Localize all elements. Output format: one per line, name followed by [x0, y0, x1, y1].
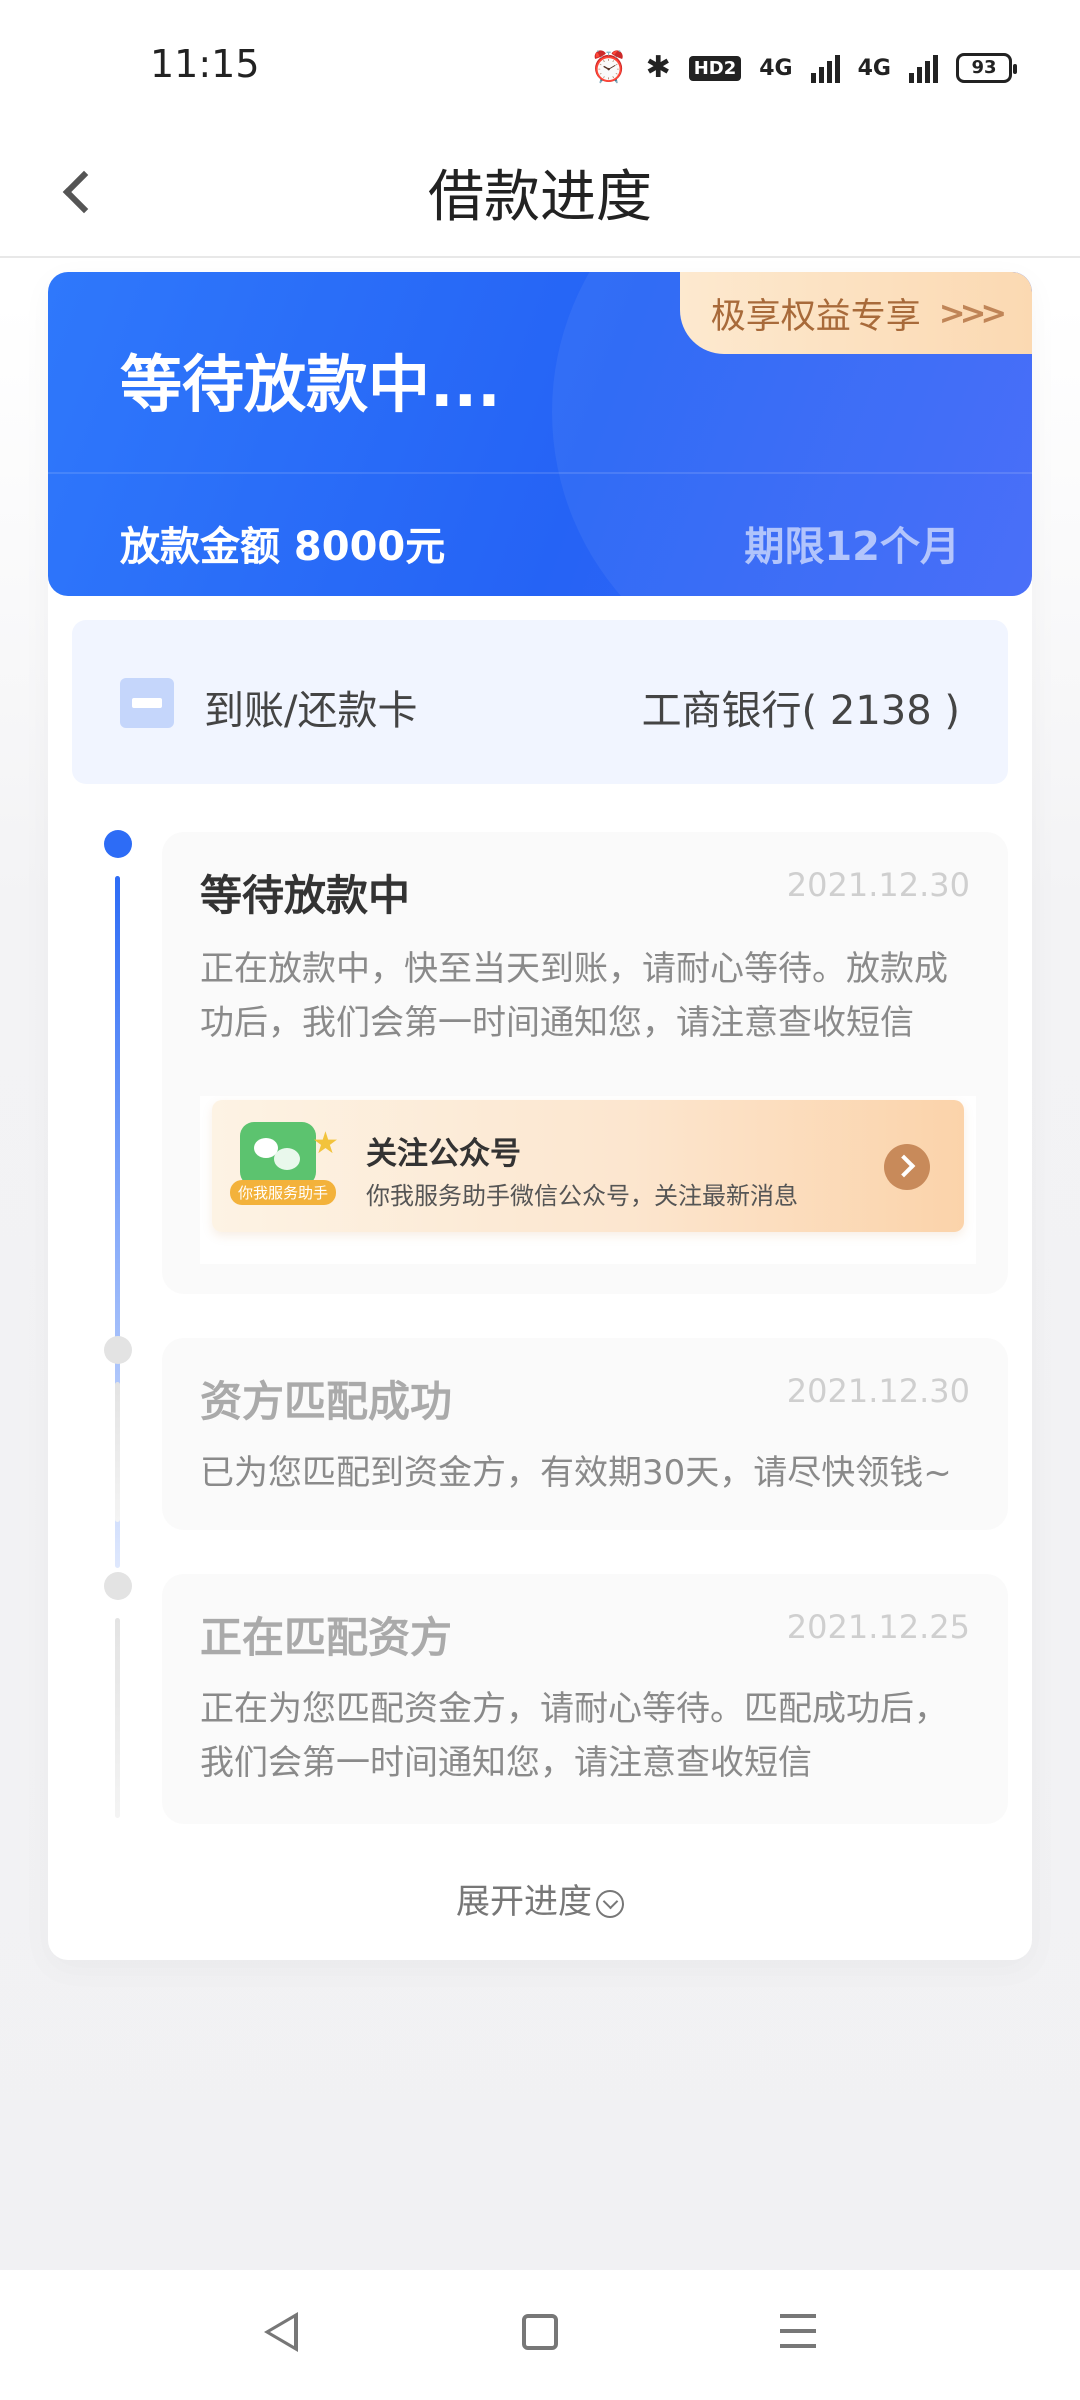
payout-card-bank: 工商银行( 2138 ): [641, 688, 960, 734]
benefit-label: 极享权益专享: [710, 296, 921, 337]
arrow-right-circle-icon[interactable]: [884, 1144, 930, 1190]
loan-status-text: 等待放款中...: [120, 348, 501, 421]
loan-progress-card: 等待放款中... 放款金额 8000元 期限12个月 极享权益专享 >>> 到账…: [48, 272, 1032, 1960]
star-icon: ★: [312, 1126, 339, 1161]
timeline-step: 资方匹配成功 2021.12.30 已为您匹配到资金方，有效期30天，请尽快领钱…: [162, 1338, 1008, 1530]
step-date: 2021.12.30: [786, 866, 970, 904]
payout-card-row: 到账/还款卡 工商银行( 2138 ): [72, 620, 1008, 784]
timeline-dot-active: [104, 830, 132, 858]
wechat-follow-banner[interactable]: ★ 你我服务助手 关注公众号 你我服务助手微信公众号，关注最新消息: [200, 1096, 976, 1264]
timeline-step: 正在匹配资方 2021.12.25 正在为您匹配资金方，请耐心等待。匹配成功后，…: [162, 1574, 1008, 1824]
wechat-icon: [240, 1122, 316, 1186]
wechat-tag: 你我服务助手: [230, 1180, 337, 1205]
step-date: 2021.12.25: [786, 1608, 970, 1646]
step-date: 2021.12.30: [786, 1372, 970, 1410]
wechat-banner-body: ★ 你我服务助手 关注公众号 你我服务助手微信公众号，关注最新消息: [212, 1100, 964, 1232]
benefit-banner-button[interactable]: 极享权益专享 >>>: [680, 272, 1032, 354]
step-description: 正在为您匹配资金方，请耐心等待。匹配成功后，我们会第一时间通知您，请注意查收短信: [200, 1689, 948, 1783]
step-title: 等待放款中: [200, 871, 411, 920]
timeline-dot: [104, 1572, 132, 1600]
chevron-down-circle-icon: [596, 1889, 624, 1918]
wechat-title: 关注公众号: [366, 1136, 521, 1172]
loan-term: 期限12个月: [744, 524, 960, 570]
step-title: 正在匹配资方: [200, 1613, 453, 1662]
network-type-2: 4G: [857, 55, 891, 81]
status-time: 11:15: [150, 42, 260, 86]
alarm-icon: ⏰: [590, 50, 628, 85]
battery-icon: 93: [956, 53, 1017, 83]
status-bar: 11:15 ⏰ ✱ HD2 4G 4G 93: [0, 0, 1080, 130]
signal-icon: [909, 53, 938, 83]
system-nav-bar: [0, 2270, 1080, 2400]
timeline-dot: [104, 1336, 132, 1364]
expand-progress-button[interactable]: 展开进度: [48, 1874, 1032, 1923]
hd-voice-icon: HD2: [688, 55, 742, 81]
home-square-icon[interactable]: [522, 2314, 558, 2350]
step-description: 正在放款中，快至当天到账，请耐心等待。放款成功后，我们会第一时间通知您，请注意查…: [200, 949, 948, 1043]
step-title: 资方匹配成功: [200, 1377, 453, 1426]
menu-lines-icon[interactable]: [780, 2314, 816, 2350]
expand-label: 展开进度: [456, 1882, 592, 1922]
wechat-subtitle: 你我服务助手微信公众号，关注最新消息: [366, 1182, 798, 1210]
loan-status-hero: 等待放款中... 放款金额 8000元 期限12个月 极享权益专享 >>>: [48, 272, 1032, 596]
page-title: 借款进度: [428, 165, 652, 230]
back-triangle-icon[interactable]: [264, 2312, 298, 2352]
bank-card-icon: [120, 678, 174, 728]
triple-chevron-icon: >>>: [938, 294, 1007, 332]
nav-header: 借款进度: [0, 130, 1080, 258]
status-icons: ⏰ ✱ HD2 4G 4G 93: [590, 48, 1017, 88]
step-description: 已为您匹配到资金方，有效期30天，请尽快领钱~: [200, 1453, 952, 1493]
network-type-1: 4G: [759, 55, 793, 81]
hero-divider: [48, 472, 1032, 474]
timeline-line: [115, 1382, 120, 1522]
timeline-line: [115, 1618, 120, 1818]
loan-amount: 放款金额 8000元: [120, 524, 446, 570]
bluetooth-icon: ✱: [645, 50, 671, 85]
payout-card-label: 到账/还款卡: [204, 688, 418, 734]
signal-icon: [810, 53, 840, 83]
timeline-step: 等待放款中 2021.12.30 正在放款中，快至当天到账，请耐心等待。放款成功…: [162, 832, 1008, 1294]
